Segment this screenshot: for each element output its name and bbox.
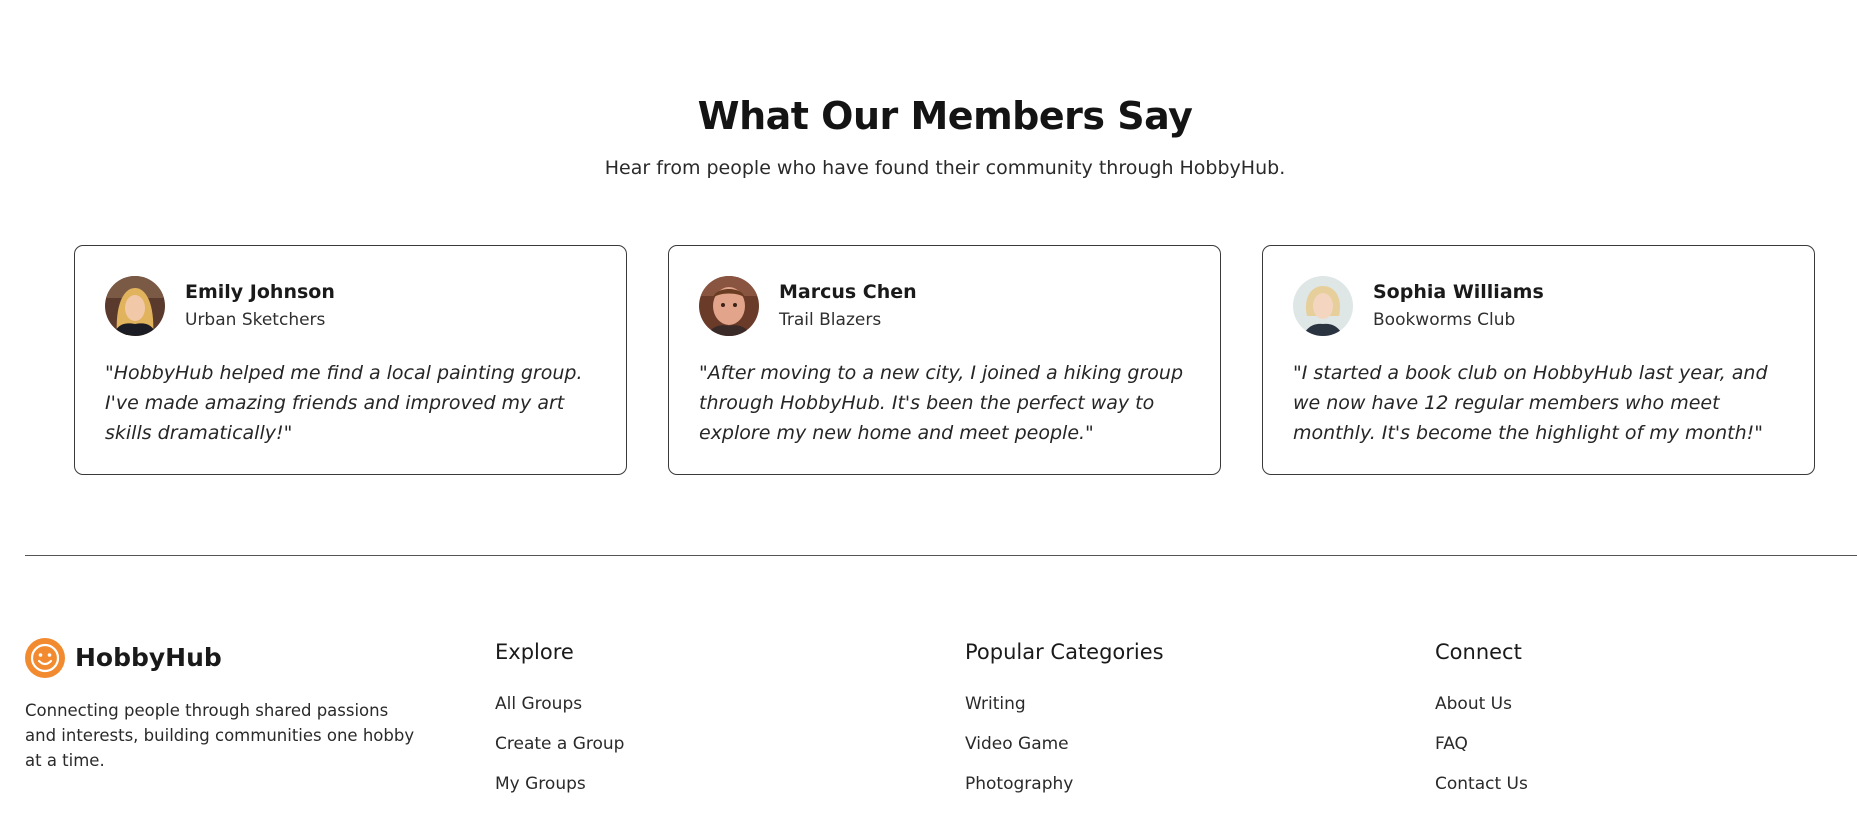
testimonial-card: Sophia Williams Bookworms Club "I starte… <box>1262 245 1815 475</box>
footer-column-explore: Explore All Groups Create a Group My Gro… <box>495 640 624 812</box>
smiley-icon <box>25 638 65 678</box>
section-subtitle: Hear from people who have found their co… <box>604 157 1286 179</box>
footer-link-video-game[interactable]: Video Game <box>965 734 1069 754</box>
footer-link-photography[interactable]: Photography <box>965 774 1073 794</box>
avatar <box>1293 276 1353 336</box>
member-name: Emily Johnson <box>185 281 335 303</box>
section-title: What Our Members Say <box>697 94 1193 138</box>
footer-link-create-group[interactable]: Create a Group <box>495 734 624 754</box>
member-name: Marcus Chen <box>779 281 917 303</box>
footer-link-my-groups[interactable]: My Groups <box>495 774 586 794</box>
member-group: Bookworms Club <box>1373 310 1516 330</box>
brand-name: HobbyHub <box>75 643 222 672</box>
footer-link-faq[interactable]: FAQ <box>1435 734 1468 754</box>
testimonial-card: Emily Johnson Urban Sketchers "HobbyHub … <box>74 245 627 475</box>
member-name: Sophia Williams <box>1373 281 1544 303</box>
testimonial-quote: "After moving to a new city, I joined a … <box>699 362 1184 444</box>
testimonial-quote: "I started a book club on HobbyHub last … <box>1293 362 1768 444</box>
footer-heading: Explore <box>495 640 574 664</box>
avatar <box>105 276 165 336</box>
avatar <box>699 276 759 336</box>
footer-link-contact-us[interactable]: Contact Us <box>1435 774 1528 794</box>
member-group: Urban Sketchers <box>185 310 326 330</box>
footer-link-all-groups[interactable]: All Groups <box>495 694 582 714</box>
footer-column-connect: Connect About Us FAQ Contact Us <box>1435 640 1528 812</box>
footer-link-about-us[interactable]: About Us <box>1435 694 1512 714</box>
testimonial-card: Marcus Chen Trail Blazers "After moving … <box>668 245 1221 475</box>
footer-column-categories: Popular Categories Writing Video Game Ph… <box>965 640 1164 812</box>
testimonial-quote: "HobbyHub helped me find a local paintin… <box>105 362 583 444</box>
brand-description: Connecting people through shared passion… <box>25 701 415 770</box>
footer-heading: Popular Categories <box>965 640 1164 664</box>
member-group: Trail Blazers <box>779 310 882 330</box>
footer-link-writing[interactable]: Writing <box>965 694 1026 714</box>
footer-divider <box>25 555 1857 556</box>
footer-heading: Connect <box>1435 640 1522 664</box>
